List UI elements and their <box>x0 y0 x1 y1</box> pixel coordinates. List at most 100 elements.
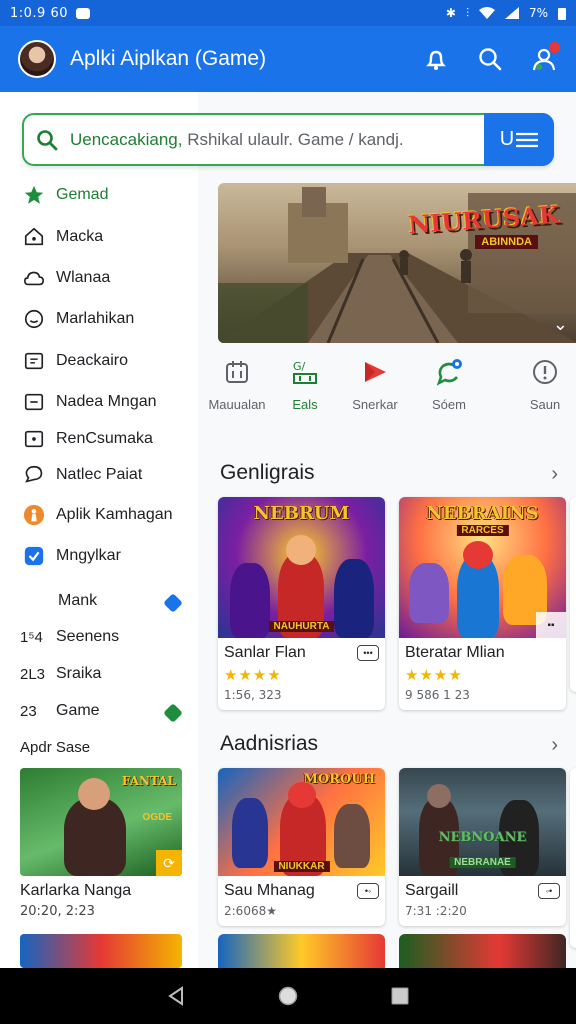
sidebar-item-rencsumaka[interactable]: RenCsumaka <box>22 427 153 451</box>
thumbnail-title: NEBRUM <box>253 503 350 524</box>
sidebar-item-mngylkar[interactable]: Mngylkar <box>22 544 121 568</box>
chevron-right-icon[interactable]: › <box>551 734 558 757</box>
card-info: Sau Mhanag •◦ 2:6068★ <box>218 876 385 926</box>
status-time: 1:0.9 60 <box>10 5 68 21</box>
search-icon <box>37 129 58 150</box>
sidebar-game-card[interactable]: FANTAL OGDE ⟳ Karlarka Nanga 20:20, 2:23 <box>20 768 182 919</box>
battery-text: 7% <box>528 6 548 20</box>
diamond-blue-icon <box>163 593 183 613</box>
section-title: Aadnisrias <box>220 732 319 755</box>
search-button[interactable] <box>476 45 504 73</box>
sidebar-item-wlanaa[interactable]: Wlanaa <box>22 266 110 290</box>
recents-icon[interactable] <box>389 985 411 1007</box>
character-head <box>463 541 493 569</box>
thumbnail-title: FANTAL <box>121 774 176 788</box>
filter-button[interactable]: U <box>484 113 554 166</box>
media-badge-icon: ▪▪ <box>536 612 566 638</box>
status-bar: 1:0.9 60 ✱ ⫶ 7% <box>0 0 576 26</box>
game-meta: 2:6068★ <box>224 904 277 918</box>
card-info: Bteratar Mlian ★★★★ 9 586 1 23 <box>399 638 566 710</box>
sidebar-section-label: Apdr Sase <box>20 739 91 756</box>
speech-icon <box>414 355 484 389</box>
svg-text:G/: G/ <box>293 360 306 373</box>
item-label: Sraika <box>56 665 102 682</box>
game-card[interactable]: NEBRUM NAUHURTA Sanlar Flan ••• ★★★★ 1:56… <box>218 497 385 710</box>
game-title: Sanlar Flan <box>224 644 306 661</box>
sidebar-num-item-seenens[interactable]: 1⁵4 Seenens <box>20 628 180 646</box>
more-options-icon[interactable]: ◦• <box>538 883 560 899</box>
game-card-partial[interactable] <box>399 934 566 968</box>
category-soem[interactable]: Sóem <box>414 355 484 412</box>
card-info: Sargaill ◦• 7:31 :2:20 <box>399 876 566 926</box>
category-row: Mauualan G/ Eals Snerkar Sóem Saun <box>198 355 576 425</box>
character-head <box>78 778 110 810</box>
character-figure <box>232 798 268 868</box>
sidebar-item-deackairo[interactable]: Deackairo <box>22 349 128 373</box>
sidebar-item-gemad[interactable]: Gemad <box>22 183 108 207</box>
chevron-down-icon[interactable]: ⌄ <box>553 314 568 335</box>
notification-icon <box>76 7 90 19</box>
back-icon[interactable] <box>165 985 187 1007</box>
game-card[interactable]: NEBNOANE NEBRANAE Sargaill ◦• 7:31 :2:20 <box>399 768 566 926</box>
sidebar-game-card-partial[interactable] <box>20 934 182 968</box>
signal-icon <box>504 7 519 19</box>
category-label: Eals <box>292 397 318 412</box>
character-figure <box>409 563 449 623</box>
more-options-icon[interactable]: ••• <box>357 645 379 661</box>
category-eals[interactable]: G/ Eals <box>270 355 340 412</box>
game-title: Bteratar Mlian <box>405 644 505 661</box>
sidebar-num-item-sraika[interactable]: 2L3 Sraika <box>20 665 180 683</box>
filter-u-glyph: U <box>499 128 515 150</box>
game-thumbnail <box>20 934 182 968</box>
game-title: Sau Mhanag <box>224 882 315 899</box>
game-thumbnail: NEBRAINS RARCES ▪▪ <box>399 497 566 638</box>
notifications-button[interactable] <box>422 45 450 73</box>
sidebar-item-natlec-paiat[interactable]: Natlec Paiat <box>22 463 142 487</box>
game-thumbnail: NEBRUM NAUHURTA <box>218 497 385 638</box>
search-query-rest: Rshikal ulaulr. Game / kandj. <box>182 129 404 149</box>
item-number: 1⁵4 <box>20 628 43 646</box>
star-icon <box>22 183 46 207</box>
sidebar-item-label: Gemad <box>56 186 109 203</box>
sidebar-num-item-game[interactable]: 23 Game <box>20 702 183 723</box>
sidebar-item-label: Nadea Mngan <box>56 393 157 410</box>
app-actions <box>422 42 560 73</box>
sidebar-num-item-mank[interactable]: Mank <box>20 592 183 613</box>
item-number: 23 <box>20 702 37 720</box>
more-options-icon[interactable]: •◦ <box>357 883 379 899</box>
game-card-partial[interactable] <box>570 768 576 948</box>
chevron-right-icon[interactable]: › <box>551 463 558 486</box>
item-label: Mank <box>58 592 98 609</box>
game-card-partial[interactable] <box>570 497 576 692</box>
game-meta: 7:31 :2:20 <box>405 904 467 918</box>
game-card-partial[interactable] <box>218 934 385 968</box>
avatar[interactable] <box>18 40 56 78</box>
account-button[interactable] <box>530 42 560 73</box>
sidebar-item-label: Deackairo <box>56 352 129 369</box>
sidebar-item-macka[interactable]: Macka <box>22 225 103 249</box>
battery-icon <box>558 7 566 20</box>
search-bar[interactable]: Uencacakiang, Rshikal ulaulr. Game / kan… <box>22 113 554 166</box>
search-input[interactable]: Uencacakiang, Rshikal ulaulr. Game / kan… <box>70 130 484 150</box>
list-box-icon <box>22 349 46 373</box>
rating-stars: ★★★★ <box>224 667 282 684</box>
home-button-icon[interactable] <box>277 985 299 1007</box>
item-label: Game <box>56 702 100 719</box>
dot-box-icon <box>22 427 46 451</box>
chat-icon <box>22 463 46 487</box>
rating-stars: ★★★★ <box>405 667 463 684</box>
sidebar-item-aplik-kamhagan[interactable]: Aplik Kamhagan <box>22 503 173 527</box>
category-snerkar[interactable]: Snerkar <box>340 355 410 412</box>
thumbnail-title: NEBNOANE <box>438 830 527 845</box>
sidebar-item-marlahikan[interactable]: Marlahikan <box>22 307 134 331</box>
category-mauualan[interactable]: Mauualan <box>202 355 272 412</box>
game-icon: G/ <box>270 355 340 389</box>
status-icons: ✱ ⫶ 7% <box>446 6 566 21</box>
sidebar-item-nadea-mngan[interactable]: Nadea Mngan <box>22 390 157 414</box>
featured-banner[interactable]: NIURUSAK ABINNDA ⌄ <box>218 183 576 343</box>
vibrate-icon: ⫶ <box>465 5 469 20</box>
card-title-row: Sau Mhanag •◦ <box>224 882 379 900</box>
category-saun[interactable]: Saun <box>510 355 576 412</box>
game-card[interactable]: NEBRAINS RARCES ▪▪ Bteratar Mlian ★★★★ 9… <box>399 497 566 710</box>
game-card[interactable]: MOROUH NIUKKAR Sau Mhanag •◦ 2:6068★ <box>218 768 385 926</box>
